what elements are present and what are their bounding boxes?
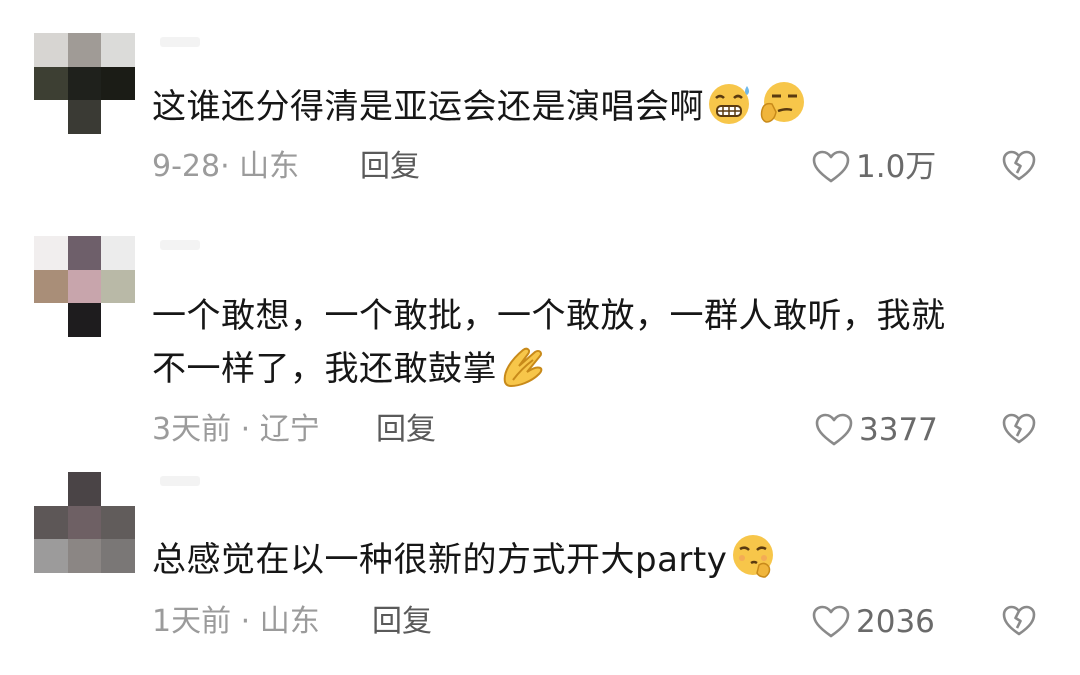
avatar-pixel bbox=[101, 66, 135, 101]
avatar-pixel bbox=[34, 472, 68, 506]
avatar-pixel bbox=[67, 33, 102, 67]
avatar[interactable] bbox=[34, 236, 135, 337]
broken-heart-icon bbox=[1002, 605, 1036, 636]
avatar-pixel bbox=[67, 236, 102, 270]
like-count: 1.0万 bbox=[856, 149, 937, 185]
like-button[interactable]: 1.0万 bbox=[812, 147, 936, 187]
smirk-thinking-emoji bbox=[758, 80, 806, 141]
reply-button[interactable]: 回复 bbox=[360, 147, 420, 187]
grimacing-sweat-emoji bbox=[706, 80, 756, 141]
avatar-pixel bbox=[67, 303, 102, 337]
like-count: 3377 bbox=[859, 412, 938, 448]
avatar-pixel bbox=[34, 269, 68, 304]
avatar-pixel bbox=[67, 269, 102, 304]
avatar-pixel bbox=[34, 66, 68, 101]
avatar-pixel bbox=[101, 100, 135, 134]
reply-button[interactable]: 回复 bbox=[372, 602, 432, 642]
avatar-pixel bbox=[34, 236, 68, 270]
avatar-pixel bbox=[101, 303, 135, 337]
avatar-pixel bbox=[34, 303, 68, 337]
comment-meta: 9-28· 山东 bbox=[152, 147, 299, 187]
broken-heart-icon bbox=[1002, 150, 1036, 181]
avatar-pixel bbox=[34, 100, 68, 134]
heart-outline-icon bbox=[815, 413, 853, 446]
comment-location: 辽宁 bbox=[259, 412, 320, 447]
heart-outline-icon bbox=[812, 605, 850, 638]
comment-location: 山东 bbox=[259, 604, 320, 639]
comment-location: 山东 bbox=[239, 149, 300, 184]
comment-time: 1天前 bbox=[152, 604, 232, 639]
like-button[interactable]: 2036 bbox=[812, 602, 935, 642]
comment-text: 一个敢想，一个敢批，一个敢放，一群人敢听，我就 不一样了，我还敢鼓掌 bbox=[152, 290, 1042, 403]
comment-text: 总感觉在以一种很新的方式开大party bbox=[152, 533, 1042, 594]
avatar-pixel bbox=[34, 539, 68, 573]
clapping-hands-emoji bbox=[499, 342, 549, 403]
username-placeholder[interactable] bbox=[160, 476, 200, 486]
comment-time: 9-28 bbox=[152, 149, 221, 184]
avatar-pixel bbox=[67, 100, 102, 134]
meta-separator: · bbox=[231, 412, 260, 447]
shushing-face-emoji bbox=[729, 533, 779, 594]
avatar-pixel bbox=[67, 472, 102, 506]
avatar-pixel bbox=[67, 66, 102, 101]
avatar-pixel bbox=[101, 269, 135, 304]
dislike-button[interactable] bbox=[1002, 150, 1036, 184]
username-placeholder[interactable] bbox=[160, 37, 200, 47]
comment-meta: 3天前 · 辽宁 bbox=[152, 410, 320, 450]
avatar-pixel bbox=[101, 539, 135, 573]
avatar[interactable] bbox=[34, 33, 135, 134]
avatar-pixel bbox=[34, 505, 68, 540]
avatar-pixel bbox=[67, 539, 102, 573]
comment-text-content: 总感觉在以一种很新的方式开大party bbox=[152, 540, 728, 580]
reply-button[interactable]: 回复 bbox=[376, 410, 436, 450]
like-button[interactable]: 3377 bbox=[815, 410, 938, 450]
comment-text: 这谁还分得清是亚运会还是演唱会啊 bbox=[152, 80, 1042, 141]
comment-meta: 1天前 · 山东 bbox=[152, 602, 320, 642]
avatar-pixel bbox=[101, 33, 135, 67]
meta-separator: · bbox=[231, 604, 260, 639]
dislike-button[interactable] bbox=[1002, 605, 1036, 639]
comment-text-content: 这谁还分得清是亚运会还是演唱会啊 bbox=[152, 87, 704, 127]
heart-outline-icon bbox=[812, 150, 850, 183]
username-placeholder[interactable] bbox=[160, 240, 200, 250]
avatar-pixel bbox=[101, 505, 135, 540]
avatar-pixel bbox=[101, 472, 135, 506]
meta-separator: · bbox=[220, 149, 240, 184]
like-count: 2036 bbox=[856, 604, 935, 640]
broken-heart-icon bbox=[1002, 413, 1036, 444]
dislike-button[interactable] bbox=[1002, 413, 1036, 447]
avatar[interactable] bbox=[34, 472, 135, 573]
comment-time: 3天前 bbox=[152, 412, 232, 447]
avatar-pixel bbox=[67, 505, 102, 540]
avatar-pixel bbox=[101, 236, 135, 270]
avatar-pixel bbox=[34, 33, 68, 67]
